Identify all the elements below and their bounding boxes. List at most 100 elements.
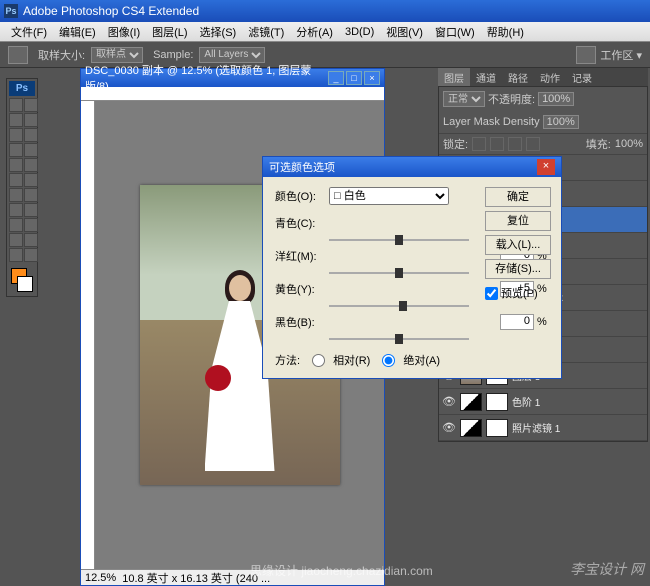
- sample-size-select[interactable]: 取样点: [91, 47, 143, 63]
- dialog-titlebar[interactable]: 可选颜色选项 ×: [263, 157, 561, 177]
- menu-item[interactable]: 滤镜(T): [242, 22, 290, 42]
- menu-item[interactable]: 编辑(E): [53, 22, 102, 42]
- menu-item[interactable]: 文件(F): [5, 22, 53, 42]
- current-tool-icon[interactable]: [8, 46, 28, 64]
- method-label: 方法:: [275, 352, 300, 368]
- wand-tool[interactable]: [24, 113, 38, 127]
- move-tool[interactable]: [9, 98, 23, 112]
- heal-tool[interactable]: [9, 143, 23, 157]
- toolbox: Ps: [6, 78, 38, 297]
- lock-transparent-icon[interactable]: [472, 137, 486, 151]
- save-button[interactable]: 存储(S)...: [485, 259, 551, 279]
- 3d-tool[interactable]: [9, 233, 23, 247]
- mask-thumb: [486, 419, 508, 437]
- type-tool[interactable]: [24, 203, 38, 217]
- black-input[interactable]: 0: [500, 314, 534, 330]
- lock-position-icon[interactable]: [508, 137, 522, 151]
- menu-item[interactable]: 视图(V): [380, 22, 429, 42]
- document-title: DSC_0030 副本 @ 12.5% (选取颜色 1, 图层蒙版/8): [85, 62, 328, 94]
- toolbox-header-icon: Ps: [9, 81, 35, 96]
- fill-label: 填充:: [586, 136, 611, 152]
- close-dialog-button[interactable]: ×: [537, 159, 555, 175]
- zoom-level[interactable]: 12.5%: [85, 572, 116, 584]
- black-label: 黑色(B):: [275, 314, 329, 330]
- screen-mode-icon[interactable]: [576, 46, 596, 64]
- menu-item[interactable]: 图层(L): [146, 22, 193, 42]
- opacity-value[interactable]: 100%: [538, 92, 574, 106]
- workspace: Ps DSC_0030 副本 @ 12.5% (选取颜色 1, 图层蒙版/8) …: [0, 68, 650, 583]
- workspace-switcher[interactable]: 工作区 ▾: [600, 47, 642, 63]
- app-title: Adobe Photoshop CS4 Extended: [23, 4, 199, 18]
- method-row: 方法: 相对(R) 绝对(A): [275, 352, 549, 368]
- visibility-eye-icon[interactable]: 👁: [442, 421, 456, 435]
- document-titlebar[interactable]: DSC_0030 副本 @ 12.5% (选取颜色 1, 图层蒙版/8) _ □…: [81, 69, 384, 87]
- crop-tool[interactable]: [9, 128, 23, 142]
- path-tool[interactable]: [9, 218, 23, 232]
- dodge-tool[interactable]: [24, 188, 38, 202]
- panel-tab[interactable]: 动作: [534, 68, 566, 86]
- color-select[interactable]: □ 白色: [329, 187, 449, 205]
- load-button[interactable]: 载入(L)...: [485, 235, 551, 255]
- close-doc-button[interactable]: ×: [364, 71, 380, 85]
- tool-grid: [9, 98, 35, 262]
- minimize-button[interactable]: _: [328, 71, 344, 85]
- menu-item[interactable]: 图像(I): [102, 22, 146, 42]
- layer-row[interactable]: 👁照片滤镜 1: [439, 415, 647, 441]
- layer-thumb: [460, 419, 482, 437]
- menu-bar: 文件(F)编辑(E)图像(I)图层(L)选择(S)滤镜(T)分析(A)3D(D)…: [0, 22, 650, 42]
- ok-button[interactable]: 确定: [485, 187, 551, 207]
- sample-size-label: 取样大小:: [38, 47, 85, 63]
- layer-row[interactable]: 👁 色阶 1: [439, 389, 647, 415]
- hand-tool[interactable]: [24, 233, 38, 247]
- menu-item[interactable]: 窗口(W): [429, 22, 481, 42]
- absolute-radio[interactable]: [382, 354, 395, 367]
- layer-name: 色阶 1: [512, 394, 644, 409]
- cyan-slider[interactable]: [329, 235, 469, 245]
- black-slider[interactable]: [329, 334, 469, 344]
- shape-tool[interactable]: [24, 218, 38, 232]
- history-brush-tool[interactable]: [24, 158, 38, 172]
- menu-item[interactable]: 3D(D): [339, 24, 380, 40]
- eyedropper-tool[interactable]: [24, 128, 38, 142]
- lock-all-icon[interactable]: [526, 137, 540, 151]
- marquee-tool[interactable]: [24, 98, 38, 112]
- selective-color-dialog: 可选颜色选项 × 颜色(O): □ 白色 青色(C):0% 洋红(M):0% 黄…: [262, 156, 562, 379]
- lasso-tool[interactable]: [9, 113, 23, 127]
- brush-tool[interactable]: [24, 143, 38, 157]
- eraser-tool[interactable]: [9, 173, 23, 187]
- layer-thumb: [460, 393, 482, 411]
- menu-item[interactable]: 选择(S): [194, 22, 243, 42]
- sample-select[interactable]: All Layers: [199, 47, 265, 63]
- yellow-slider[interactable]: [329, 301, 469, 311]
- preview-checkbox[interactable]: [485, 287, 498, 300]
- gradient-tool[interactable]: [24, 173, 38, 187]
- background-color[interactable]: [17, 276, 33, 292]
- lock-label: 锁定:: [443, 136, 468, 152]
- watermark2: 思缘设计 jiaocheng.chazidian.com: [250, 562, 433, 579]
- lock-pixels-icon[interactable]: [490, 137, 504, 151]
- panel-tab[interactable]: 通道: [470, 68, 502, 86]
- panel-tab[interactable]: 记录: [566, 68, 598, 86]
- panel-tab[interactable]: 路径: [502, 68, 534, 86]
- maximize-button[interactable]: □: [346, 71, 362, 85]
- blur-tool[interactable]: [9, 188, 23, 202]
- sample-label: Sample:: [153, 49, 193, 61]
- magenta-slider[interactable]: [329, 268, 469, 278]
- color-swatches: [9, 266, 35, 294]
- stamp-tool[interactable]: [9, 158, 23, 172]
- visibility-eye-icon[interactable]: 👁: [442, 395, 456, 409]
- vertical-ruler: [81, 101, 95, 569]
- cancel-button[interactable]: 复位: [485, 211, 551, 231]
- panel-tabs: 图层通道路径动作记录: [438, 68, 648, 86]
- fill-value[interactable]: 100%: [615, 138, 643, 150]
- zoom-tool[interactable]: [9, 248, 23, 262]
- opacity-label: 不透明度:: [488, 91, 535, 107]
- pen-tool[interactable]: [9, 203, 23, 217]
- blend-mode-select[interactable]: 正常: [443, 91, 485, 107]
- rotate-tool[interactable]: [24, 248, 38, 262]
- menu-item[interactable]: 分析(A): [290, 22, 339, 42]
- menu-item[interactable]: 帮助(H): [481, 22, 530, 42]
- relative-radio[interactable]: [312, 354, 325, 367]
- panel-tab[interactable]: 图层: [438, 68, 470, 86]
- density-value[interactable]: 100%: [543, 115, 579, 129]
